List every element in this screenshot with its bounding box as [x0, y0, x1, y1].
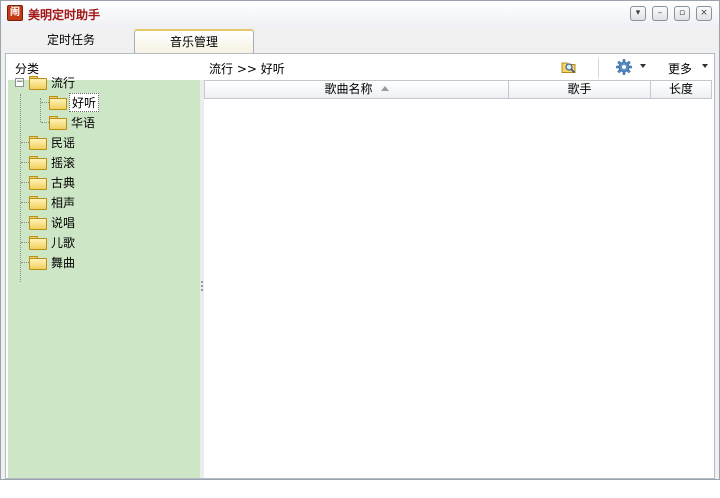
gear-icon[interactable]	[616, 59, 632, 75]
tree-node-folk[interactable]: 民谣	[29, 132, 77, 152]
folder-search-icon[interactable]	[561, 59, 577, 75]
minimize-icon[interactable]: –	[652, 6, 668, 21]
tree-node-classical[interactable]: 古典	[29, 172, 77, 192]
tab-scheduled-tasks[interactable]: 定时任务	[9, 29, 133, 53]
tree-line	[41, 122, 49, 123]
menu-dropdown-icon[interactable]: ▾	[630, 6, 646, 21]
tree-node-label: 说唱	[51, 215, 76, 230]
tree-line	[21, 262, 29, 263]
tree-node-label: 华语	[71, 115, 96, 130]
column-header-artist[interactable]: 歌手	[508, 80, 651, 99]
window-title: 美明定时助手	[28, 8, 101, 22]
tree-node-label: 儿歌	[51, 235, 76, 250]
tab-bar: 定时任务 音乐管理	[1, 27, 719, 53]
tree-node-label: 好听	[69, 92, 100, 112]
column-header-label: 长度	[668, 82, 693, 96]
tree-node-label: 民谣	[51, 135, 76, 150]
tree-line	[21, 242, 29, 243]
column-header-song-name[interactable]: 歌曲名称	[204, 80, 509, 99]
folder-icon	[29, 176, 47, 190]
more-dropdown-arrow-icon[interactable]	[702, 64, 708, 68]
breadcrumb: 流行 >> 好听	[209, 62, 285, 76]
tree-node-pop[interactable]: 流行	[29, 72, 77, 92]
tree-node-crosstalk[interactable]: 相声	[29, 192, 77, 212]
close-icon[interactable]: ×	[696, 6, 712, 21]
folder-icon	[29, 156, 47, 170]
settings-dropdown-arrow-icon[interactable]	[640, 64, 646, 68]
more-button[interactable]: 更多	[668, 60, 692, 77]
table-header: 歌曲名称 歌手 长度	[204, 80, 714, 99]
tree-line	[21, 182, 29, 183]
tree-node-rock[interactable]: 摇滚	[29, 152, 77, 172]
folder-icon	[29, 216, 47, 230]
folder-open-icon	[49, 96, 67, 110]
sort-ascending-icon	[380, 86, 389, 91]
column-header-label: 歌手	[567, 82, 592, 96]
tree-node-rap[interactable]: 说唱	[29, 212, 77, 232]
tree-line	[21, 202, 29, 203]
folder-icon	[29, 196, 47, 210]
app-icon: 闹	[7, 5, 23, 21]
splitter-grip-icon[interactable]	[201, 281, 203, 291]
song-table[interactable]: 歌曲名称 歌手 长度	[204, 80, 714, 478]
tree-node-nice[interactable]: 好听	[49, 92, 100, 112]
tree-line	[21, 162, 29, 163]
category-tree[interactable]: − 流行 好听 华语 民谣 摇滚 古典 相声 说唱 儿歌 舞曲	[8, 76, 200, 478]
column-header-length[interactable]: 长度	[650, 80, 712, 99]
tree-node-label: 相声	[51, 195, 76, 210]
tree-line	[21, 142, 29, 143]
tree-node-chinese[interactable]: 华语	[49, 112, 97, 132]
toolbar-separator	[598, 58, 599, 78]
tree-node-label: 摇滚	[51, 155, 76, 170]
music-panel: 分类 流行 >> 好听 更多 − 流行 好听 华语 民谣 摇滚 古典 相声 说唱…	[5, 53, 715, 479]
folder-icon	[29, 236, 47, 250]
column-header-label: 歌曲名称	[324, 82, 373, 96]
tree-node-dance[interactable]: 舞曲	[29, 252, 77, 272]
tree-line	[20, 94, 21, 282]
folder-icon	[29, 136, 47, 150]
collapse-toggle-icon[interactable]: −	[15, 78, 24, 87]
tree-node-label: 流行	[51, 75, 76, 90]
tab-music-management[interactable]: 音乐管理	[134, 29, 254, 53]
restore-icon[interactable]: ▫	[674, 6, 690, 21]
app-window: 闹 美明定时助手 ▾ – ▫ × 定时任务 音乐管理 分类 流行 >> 好听 更…	[0, 0, 720, 480]
folder-icon	[29, 76, 47, 90]
title-bar[interactable]: 闹 美明定时助手 ▾ – ▫ ×	[1, 1, 719, 27]
tree-node-label: 古典	[51, 175, 76, 190]
tree-line	[41, 102, 49, 103]
folder-icon	[49, 116, 67, 130]
tree-node-children[interactable]: 儿歌	[29, 232, 77, 252]
tree-node-label: 舞曲	[51, 255, 76, 270]
toolbar: 分类 流行 >> 好听 更多	[6, 54, 714, 80]
folder-icon	[29, 256, 47, 270]
tree-line	[21, 222, 29, 223]
